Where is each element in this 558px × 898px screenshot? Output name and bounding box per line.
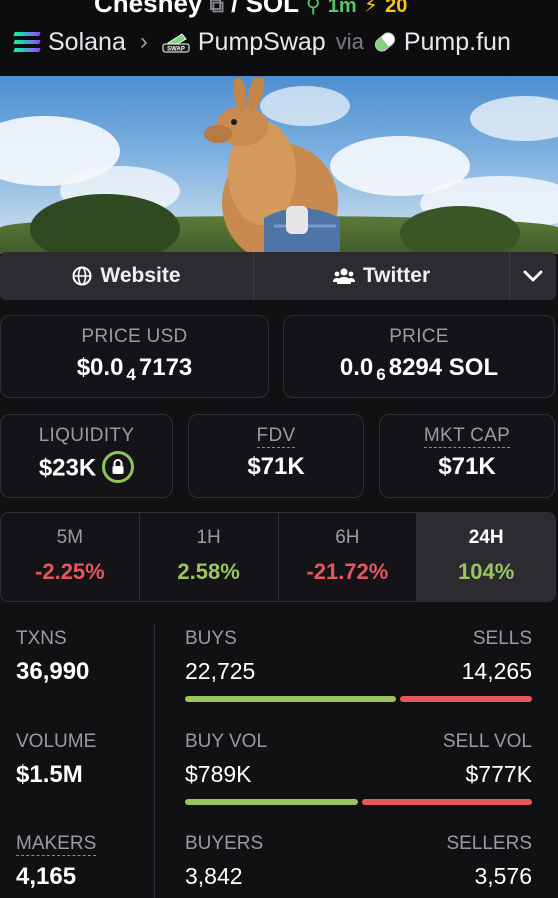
pair-age: 1m	[327, 0, 357, 17]
chevron-right-icon: ›	[139, 28, 148, 55]
tab-6h[interactable]: 6H -21.72%	[279, 513, 418, 601]
buy-volume-value: $789K	[185, 761, 252, 787]
solana-icon	[13, 32, 41, 52]
token-title: Chesney ⧉ / SOL ⚲ 1m ⚡ 20	[94, 0, 407, 19]
liquidity-value-row: $23K	[1, 451, 172, 485]
more-links-button[interactable]	[510, 252, 556, 300]
tab-6h-label: 6H	[335, 527, 360, 548]
stats-divider	[154, 624, 155, 898]
tab-24h-change: 104%	[457, 559, 515, 584]
dex-icon-text: SWAP	[167, 47, 185, 53]
makers-stat: MAKERS 4,165	[16, 833, 97, 891]
tab-5m-label: 5M	[56, 527, 84, 548]
boost-icon[interactable]: ⚡	[364, 0, 378, 17]
pumpfun-pill-icon	[371, 29, 398, 55]
breadcrumb: Solana › SWAP PumpSwap via Pump.fun	[13, 27, 511, 57]
liquidity-label: LIQUIDITY	[38, 425, 135, 446]
sellers-label: SELLERS	[446, 833, 532, 854]
website-button[interactable]: Website	[0, 252, 254, 300]
tab-24h-label: 24H	[468, 527, 504, 548]
liquidity-card: LIQUIDITY $23K	[0, 414, 173, 498]
sell-volume-stat: SELL VOL $777K	[443, 731, 532, 788]
twitter-button[interactable]: Twitter	[254, 252, 510, 300]
volume-label: VOLUME	[16, 731, 97, 752]
tab-5m[interactable]: 5M -2.25%	[1, 513, 140, 601]
makers-value: 4,165	[16, 863, 77, 890]
buy-volume-label: BUY VOL	[185, 731, 268, 752]
price-native-label: PRICE	[389, 326, 449, 347]
token-banner-image	[0, 76, 558, 254]
tab-1h-label: 1H	[196, 527, 221, 548]
market-cap-card: MKT CAP $71K	[379, 414, 555, 498]
boost-count[interactable]: 20	[385, 0, 407, 17]
market-cap-label[interactable]: MKT CAP	[423, 425, 511, 448]
price-usd-label: PRICE USD	[81, 326, 188, 347]
pair-quote: / SOL	[231, 0, 299, 18]
makers-label[interactable]: MAKERS	[16, 833, 97, 856]
token-header: Chesney ⧉ / SOL ⚲ 1m ⚡ 20 Solana › SWAP …	[0, 0, 558, 76]
fdv-label[interactable]: FDV	[256, 425, 296, 448]
tab-1h[interactable]: 1H 2.58%	[140, 513, 279, 601]
txns-label: TXNS	[16, 628, 67, 649]
seedling-icon: ⚲	[305, 0, 321, 17]
buyers-value: 3,842	[185, 863, 243, 889]
timeframe-tabs: 5M -2.25% 1H 2.58% 6H -21.72% 24H 104%	[0, 512, 556, 602]
sell-volume-value: $777K	[465, 761, 532, 787]
sells-ratio-bar	[400, 696, 532, 702]
fdv-card: FDV $71K	[188, 414, 364, 498]
tab-6h-change: -21.72%	[306, 559, 389, 584]
chevron-down-icon	[523, 270, 543, 282]
buyers-label: BUYERS	[185, 833, 264, 854]
breadcrumb-via: via	[335, 29, 364, 54]
txns-stat: TXNS 36,990	[16, 628, 89, 686]
tab-1h-change: 2.58%	[177, 559, 240, 584]
trading-stats: TXNS 36,990 BUYS 22,725 SELLS 14,265 VOL…	[0, 602, 558, 898]
breadcrumb-chain[interactable]: Solana	[48, 28, 126, 57]
buyers-stat: BUYERS 3,842	[185, 833, 263, 890]
price-usd-value: $0.0 4 7173	[76, 354, 193, 384]
social-links-bar: Website Twitter	[0, 252, 556, 300]
website-label: Website	[100, 264, 181, 287]
globe-icon	[72, 266, 92, 286]
twitter-label: Twitter	[362, 264, 431, 287]
tab-5m-change: -2.25%	[35, 559, 105, 584]
fdv-value: $71K	[247, 453, 305, 480]
buy-volume-ratio-bar	[185, 799, 358, 805]
volume-value: $1.5M	[16, 761, 83, 788]
sell-volume-label: SELL VOL	[442, 731, 532, 752]
buys-stat: BUYS 22,725	[185, 628, 255, 685]
users-icon	[332, 268, 355, 284]
breadcrumb-launchpad[interactable]: Pump.fun	[404, 28, 511, 57]
lock-icon[interactable]	[102, 451, 135, 483]
sellers-value: 3,576	[474, 863, 532, 889]
sells-value: 14,265	[461, 658, 532, 684]
copy-icon[interactable]: ⧉	[210, 0, 224, 17]
volume-stat: VOLUME $1.5M	[16, 731, 96, 789]
sellers-stat: SELLERS 3,576	[446, 833, 532, 890]
buy-volume-stat: BUY VOL $789K	[185, 731, 267, 788]
price-native-card: PRICE 0.0 6 8294 SOL	[283, 315, 555, 398]
buys-label: BUYS	[185, 628, 237, 649]
liquidity-value: $23K	[38, 454, 97, 482]
breadcrumb-dex[interactable]: PumpSwap	[198, 28, 326, 57]
price-usd-card: PRICE USD $0.0 4 7173	[0, 315, 269, 398]
sells-stat: SELLS 14,265	[462, 628, 532, 685]
txns-value: 36,990	[16, 658, 90, 685]
sell-volume-ratio-bar	[362, 799, 532, 805]
token-name: Chesney	[94, 0, 203, 18]
buys-ratio-bar	[185, 696, 396, 702]
tab-24h[interactable]: 24H 104%	[417, 513, 555, 601]
price-native-value: 0.0 6 8294 SOL	[339, 354, 499, 384]
market-cap-value: $71K	[438, 453, 496, 480]
sells-label: SELLS	[472, 628, 532, 649]
kangaroo-illustration	[204, 78, 340, 254]
pumpswap-icon: SWAP	[162, 31, 190, 53]
buys-value: 22,725	[185, 658, 256, 684]
